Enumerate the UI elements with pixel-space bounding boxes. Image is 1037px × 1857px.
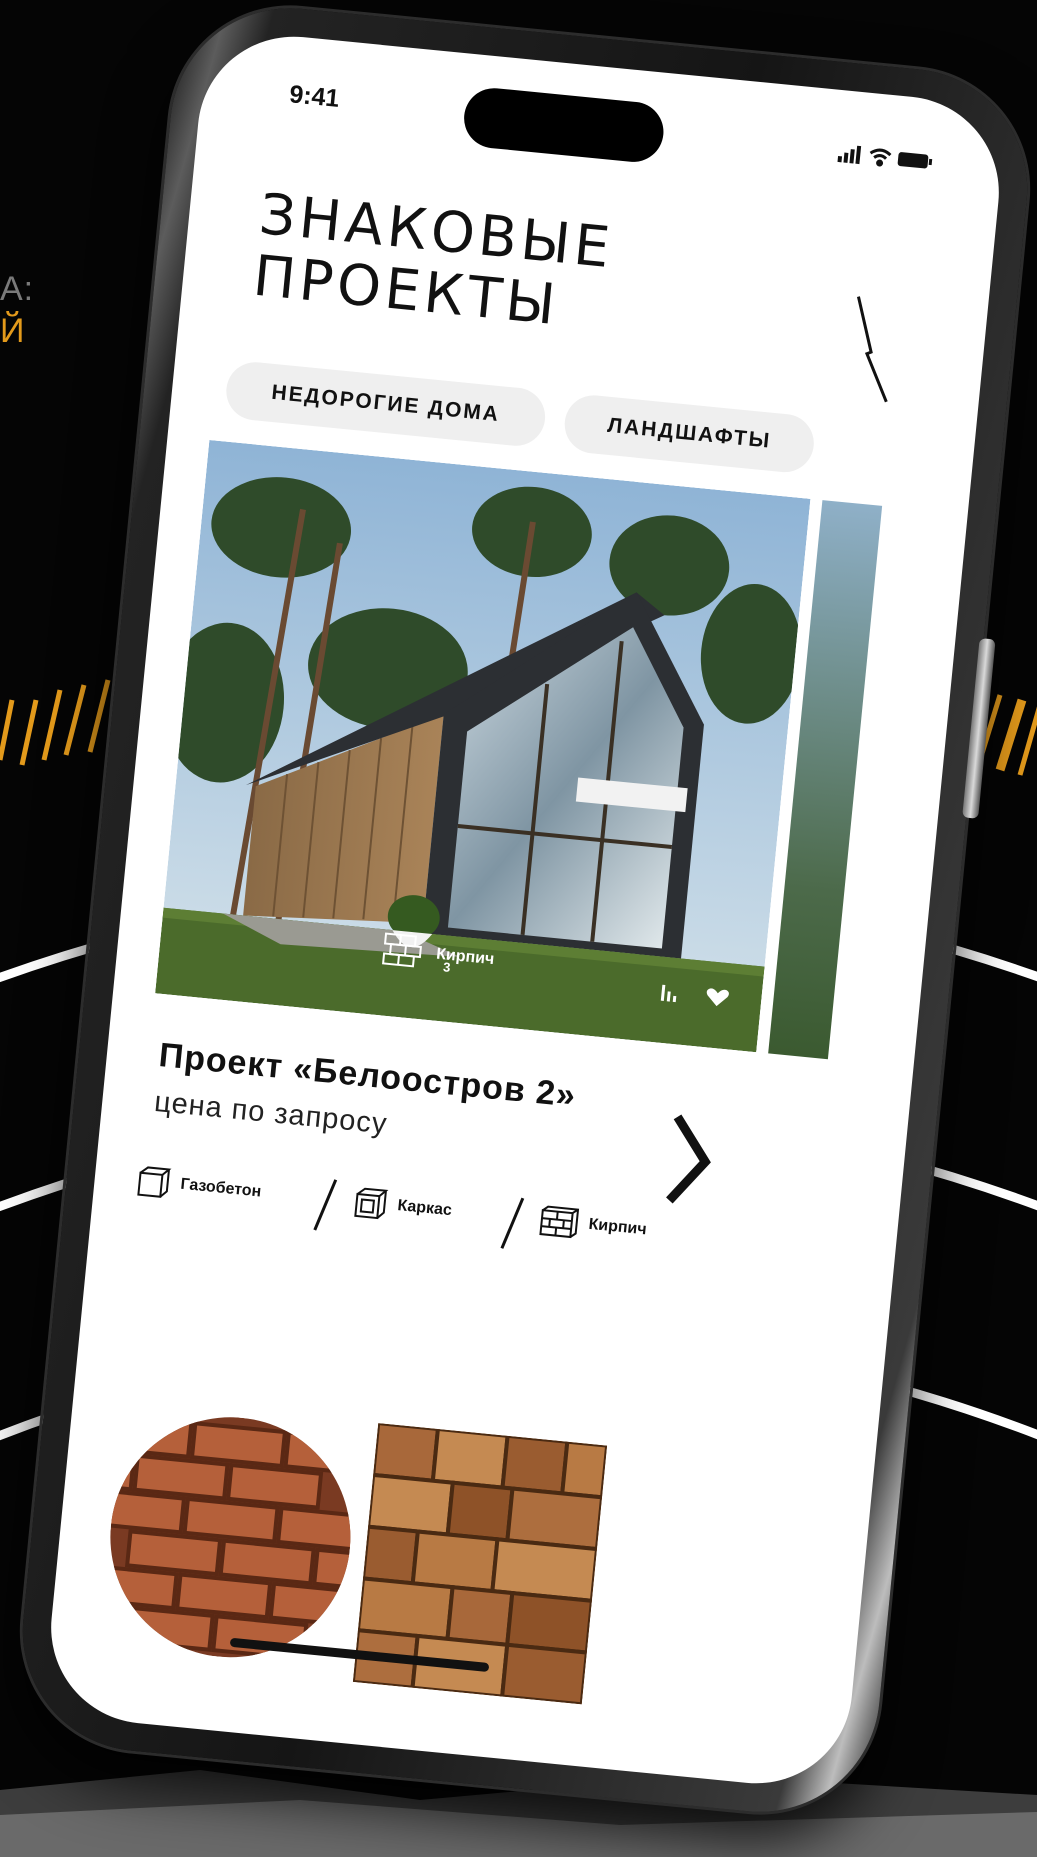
material-label: Каркас (396, 1197, 453, 1220)
material-separator (313, 1179, 338, 1231)
material-item-brick[interactable]: Кирпич (537, 1204, 648, 1246)
material-label: Кирпич (587, 1215, 648, 1239)
brick-icon (539, 1205, 580, 1239)
photo-material-badge: Кирпич 3 (379, 929, 495, 976)
photo-material-count: 3 (442, 958, 452, 975)
battery-icon (897, 152, 933, 169)
wifi-icon (869, 148, 892, 167)
signal-icon (837, 145, 862, 165)
brick-stack-icon (382, 932, 422, 968)
material-label: Газобетон (179, 1175, 262, 1201)
phone-mockup: 9:41 ЗНАКОВЫЕ ПРОЕКТЫ НЕДОРОГИЕ ДОМА ЛАН… (11, 0, 1037, 1823)
material-separator (500, 1197, 525, 1249)
chevron-right-icon[interactable] (655, 1108, 724, 1213)
background-heading: А: Й (0, 268, 34, 352)
material-item-frame[interactable]: Каркас (352, 1186, 453, 1227)
phone-screen: 9:41 ЗНАКОВЫЕ ПРОЕКТЫ НЕДОРОГИЕ ДОМА ЛАН… (42, 27, 1008, 1793)
brick-texture-preview[interactable] (99, 1406, 362, 1669)
background-accent-fragment: Й (0, 312, 26, 350)
dynamic-island (461, 85, 667, 165)
filter-chip-cheap-houses[interactable]: НЕДОРОГИЕ ДОМА (223, 359, 548, 449)
page-title: ЗНАКОВЫЕ ПРОЕКТЫ (250, 182, 616, 342)
frame-icon (354, 1187, 389, 1220)
compare-icon (660, 984, 677, 1003)
brick-texture (99, 1406, 362, 1669)
status-icons (837, 145, 933, 169)
status-time: 9:41 (288, 80, 341, 113)
material-item-gasbeton[interactable]: Газобетон (135, 1164, 262, 1208)
menu-slash-icon[interactable] (842, 292, 902, 406)
block-icon (137, 1166, 172, 1198)
background-heading-fragment: А: (0, 270, 35, 308)
filter-chip-landscapes[interactable]: ЛАНДШАФТЫ (562, 392, 817, 475)
heart-icon (706, 988, 729, 1007)
